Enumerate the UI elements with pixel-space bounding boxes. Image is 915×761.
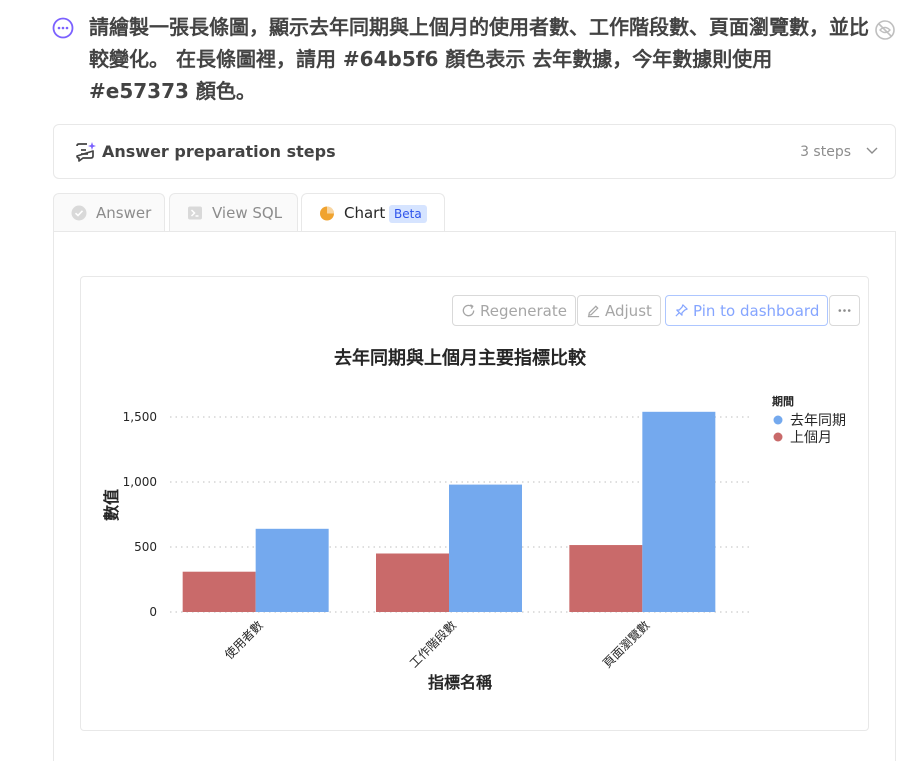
legend-swatch (773, 415, 783, 425)
y-axis-title: 數值 (102, 489, 121, 521)
bar-last-month[interactable] (182, 571, 256, 612)
legend-item[interactable]: 去年同期 (790, 413, 846, 429)
y-tick-label: 500 (134, 540, 157, 554)
y-tick-label: 1,500 (123, 410, 157, 424)
x-tick-label: 頁面瀏覽數 (599, 618, 652, 671)
bar-last-year[interactable] (449, 484, 522, 612)
bar-last-month[interactable] (569, 545, 643, 612)
x-axis-title: 指標名稱 (428, 673, 492, 692)
bar-chart: 去年同期與上個月主要指標比較 0 500 1,000 1,500 使用者數 工作階段數 頁面… (102, 347, 846, 692)
legend-item[interactable]: 上個月 (790, 430, 832, 446)
x-tick-label: 使用者數 (221, 618, 266, 663)
bar-last-year[interactable] (255, 528, 329, 612)
bar-last-month[interactable] (376, 553, 449, 613)
chart-title: 去年同期與上個月主要指標比較 (334, 347, 587, 369)
legend-title: 期間 (772, 394, 794, 408)
y-tick-label: 0 (149, 605, 157, 619)
bar-last-year[interactable] (642, 411, 716, 612)
y-tick-label: 1,000 (123, 475, 157, 489)
legend-swatch (773, 432, 783, 442)
x-tick-label: 工作階段數 (406, 618, 459, 671)
